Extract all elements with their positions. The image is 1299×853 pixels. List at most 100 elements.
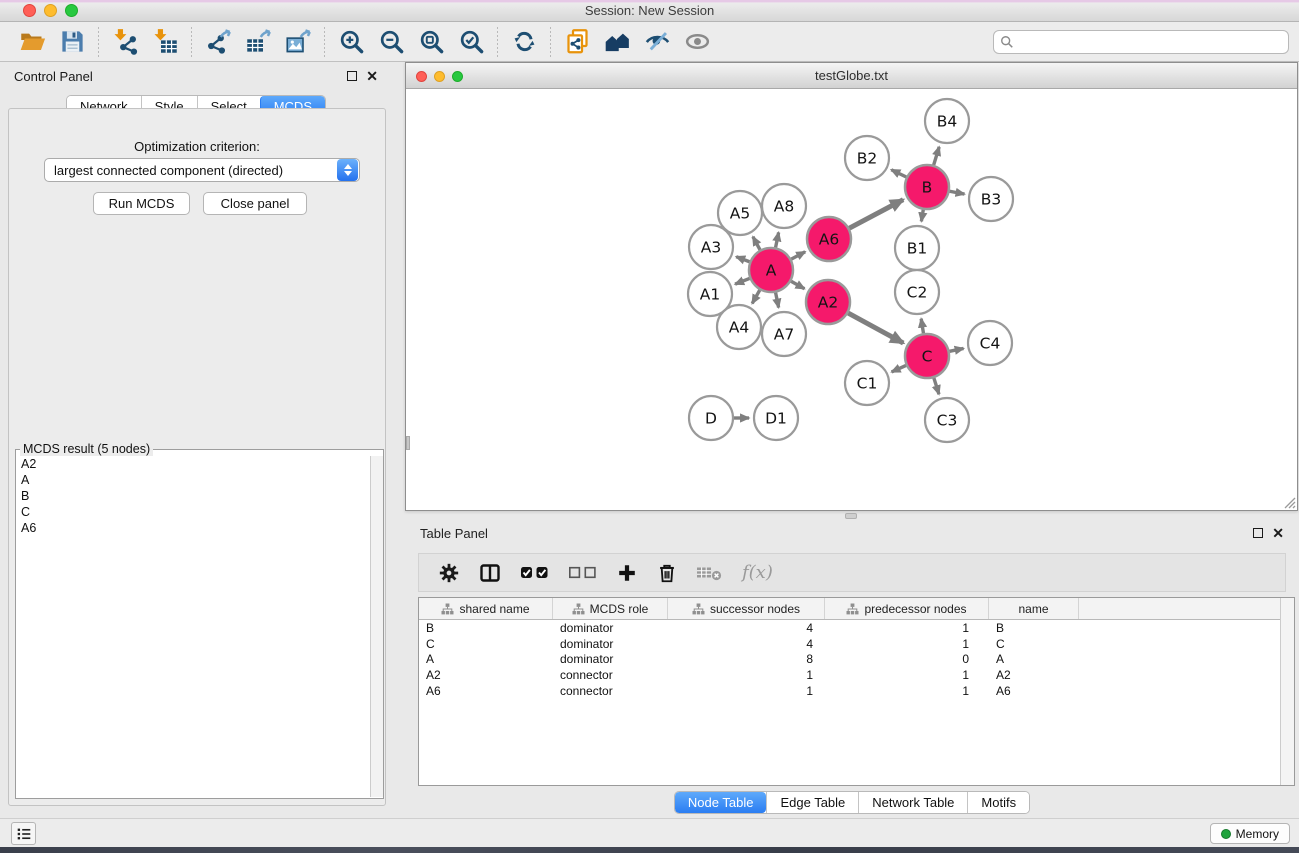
graph-node-A2[interactable]: A2 [806,280,850,324]
mcds-result-item[interactable]: A2 [17,456,369,472]
float-panel-icon[interactable] [347,71,357,81]
edge-C-C1[interactable] [892,365,906,371]
network-horizontal-scrollbar[interactable] [845,513,857,519]
search-input[interactable] [1018,35,1282,49]
graph-node-D1[interactable]: D1 [754,396,798,440]
minimize-window-button[interactable] [44,4,57,17]
maximize-window-button[interactable] [65,4,78,17]
graph-node-A7[interactable]: A7 [762,312,806,356]
edge-B-B4[interactable] [934,147,939,165]
close-panel-icon[interactable]: ✕ [366,71,378,81]
network-window-titlebar[interactable]: testGlobe.txt [406,63,1297,89]
edge-A-A7[interactable] [776,293,779,308]
graph-node-A8[interactable]: A8 [762,184,806,228]
import-table-icon[interactable] [145,25,185,59]
table-row[interactable]: Bdominator41B [419,620,1294,636]
select-all-checkboxes-icon[interactable] [513,556,557,590]
add-column-icon[interactable] [609,556,645,590]
mcds-result-item[interactable]: B [17,488,369,504]
graph-node-C1[interactable]: C1 [845,361,889,405]
column-header-shared-name[interactable]: shared name [419,598,553,619]
graph-node-D[interactable]: D [689,396,733,440]
edge-A-A3[interactable] [736,257,749,262]
mcds-list-scrollbar[interactable] [370,456,383,797]
graph-node-B2[interactable]: B2 [845,136,889,180]
float-table-panel-icon[interactable] [1253,528,1263,538]
refresh-layout-icon[interactable] [504,25,544,59]
network-vertical-scrollbar[interactable] [406,436,410,450]
edge-A-A2[interactable] [791,281,804,289]
table-settings-icon[interactable] [431,556,467,590]
graph-node-B[interactable]: B [905,165,949,209]
table-vertical-scrollbar[interactable] [1280,598,1294,785]
delete-columns-icon[interactable] [649,556,685,590]
close-window-button[interactable] [23,4,36,17]
graph-node-C2[interactable]: C2 [895,270,939,314]
graph-node-C[interactable]: C [905,334,949,378]
tab-edge-table[interactable]: Edge Table [766,792,858,813]
import-network-icon[interactable] [105,25,145,59]
export-network-icon[interactable] [198,25,238,59]
delete-table-icon[interactable] [689,556,730,590]
edge-B-B2[interactable] [891,170,906,177]
close-table-panel-icon[interactable]: ✕ [1272,528,1284,538]
column-header-predecessor-nodes[interactable]: predecessor nodes [825,598,989,619]
table-row[interactable]: Adominator80A [419,652,1294,668]
graph-node-A[interactable]: A [749,248,793,292]
graph-node-B4[interactable]: B4 [925,99,969,143]
table-row[interactable]: A6connector11A6 [419,683,1294,699]
show-eye-icon[interactable] [677,25,717,59]
save-session-icon[interactable] [52,25,92,59]
edge-A-A6[interactable] [791,252,805,259]
memory-button[interactable]: Memory [1210,823,1290,844]
maximize-network-window-button[interactable] [452,71,463,82]
graph-node-A4[interactable]: A4 [717,305,761,349]
open-session-icon[interactable] [12,25,52,59]
export-image-icon[interactable] [278,25,318,59]
edge-B-B1[interactable] [921,210,923,222]
mcds-result-item[interactable]: A6 [17,520,369,536]
edge-A2-C[interactable] [848,313,903,343]
graph-node-A5[interactable]: A5 [718,191,762,235]
copy-network-style-icon[interactable] [557,25,597,59]
mcds-result-list[interactable]: A2ABCA6 [17,456,369,797]
optimization-criterion-select[interactable]: largest connected component (directed) [44,158,360,182]
zoom-out-icon[interactable] [371,25,411,59]
minimize-network-window-button[interactable] [434,71,445,82]
tab-network-table[interactable]: Network Table [858,792,967,813]
graph-node-C3[interactable]: C3 [925,398,969,442]
edge-A-A5[interactable] [753,237,760,250]
edge-B-B3[interactable] [950,191,965,194]
edge-C-C4[interactable] [950,348,964,351]
zoom-fit-content-icon[interactable] [411,25,451,59]
zoom-in-icon[interactable] [331,25,371,59]
table-row[interactable]: A2connector11A2 [419,667,1294,683]
network-canvas[interactable]: AA1A2A3A4A5A6A7A8BB1B2B3B4CC1C2C3C4DD1 [406,89,1297,510]
edge-A-A4[interactable] [752,290,760,303]
search-field[interactable] [993,30,1289,54]
zoom-selected-icon[interactable] [451,25,491,59]
task-history-button[interactable] [11,822,36,845]
edge-A-A1[interactable] [735,278,749,284]
show-columns-icon[interactable] [471,556,509,590]
close-panel-button[interactable]: Close panel [203,192,307,215]
close-network-window-button[interactable] [416,71,427,82]
tab-motifs[interactable]: Motifs [967,792,1029,813]
edge-A-A8[interactable] [776,232,779,247]
run-mcds-button[interactable]: Run MCDS [93,192,190,215]
deselect-all-checkboxes-icon[interactable] [561,556,605,590]
window-resize-grip[interactable] [1282,495,1296,509]
graph-node-A6[interactable]: A6 [807,217,851,261]
edge-C-C2[interactable] [921,319,923,334]
export-table-icon[interactable] [238,25,278,59]
mcds-result-item[interactable]: C [17,504,369,520]
edge-C-C3[interactable] [934,378,939,394]
function-builder-icon[interactable]: f(x) [734,562,781,583]
graph-node-C4[interactable]: C4 [968,321,1012,365]
column-header-name[interactable]: name [989,598,1079,619]
column-header-successor-nodes[interactable]: successor nodes [668,598,825,619]
table-row[interactable]: Cdominator41C [419,636,1294,652]
edge-A6-B[interactable] [849,200,903,229]
graph-node-B1[interactable]: B1 [895,226,939,270]
home-icon[interactable] [597,25,637,59]
